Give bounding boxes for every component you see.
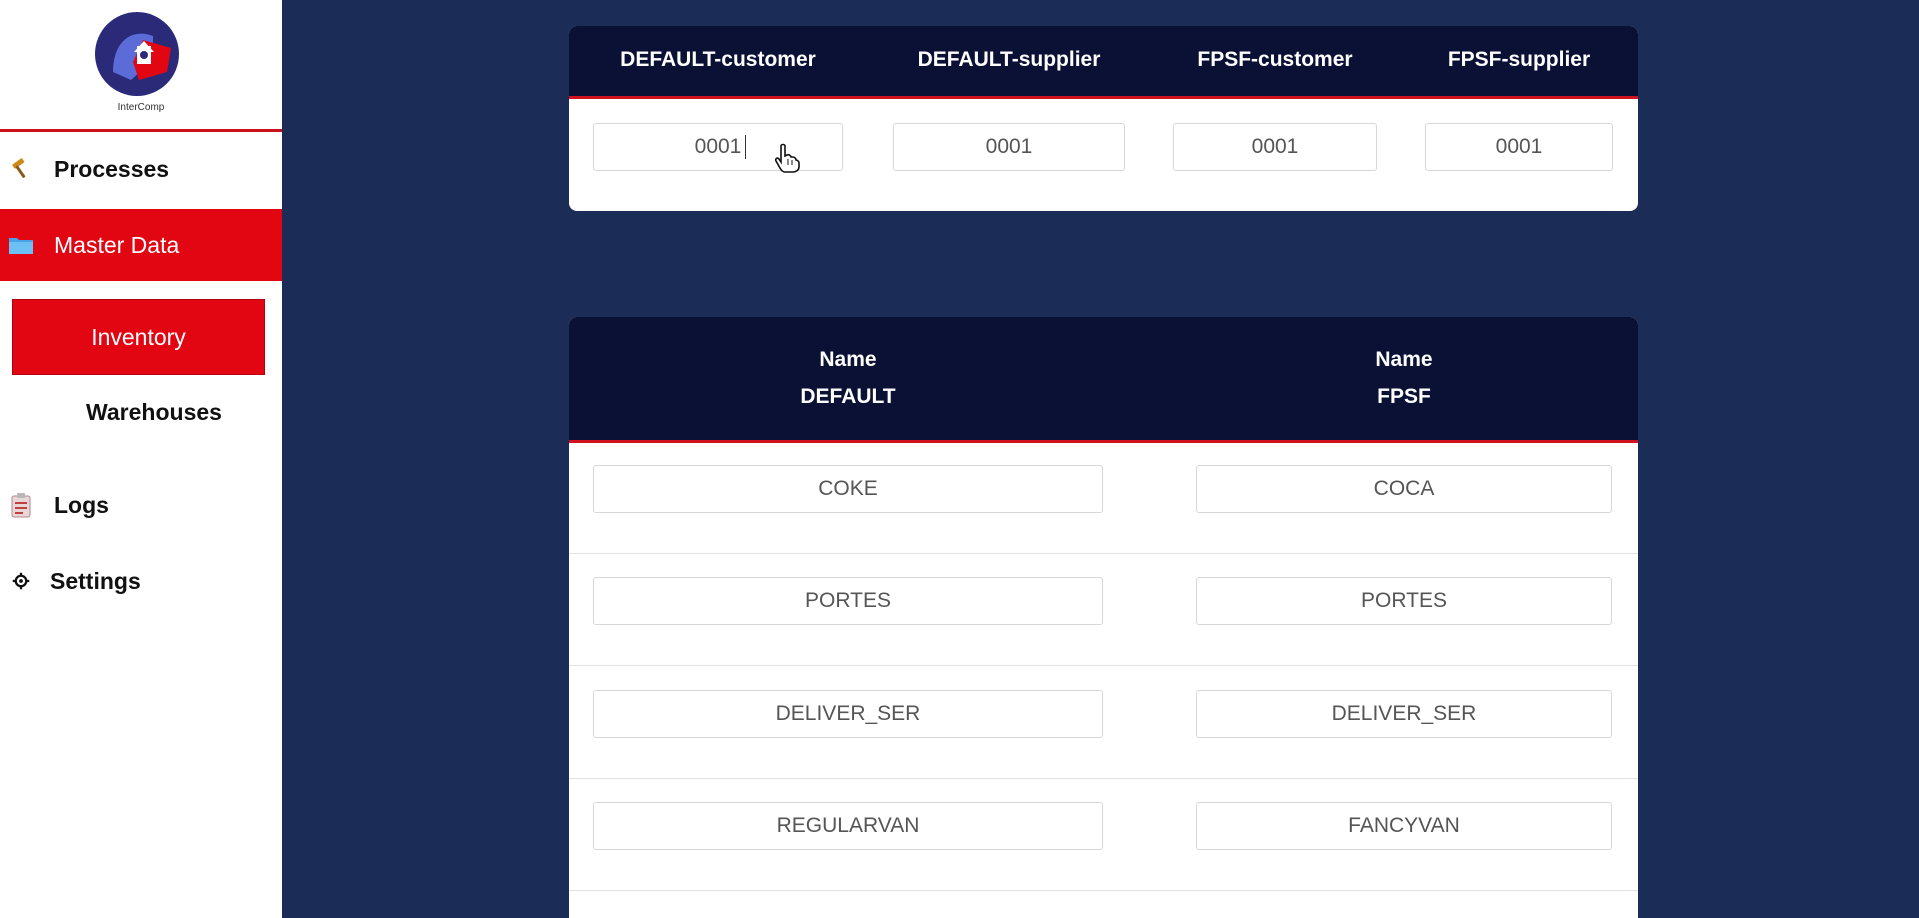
header-line2: FPSF bbox=[1377, 385, 1431, 408]
sidebar-item-warehouses[interactable]: Warehouses bbox=[12, 382, 296, 442]
header-line1: Name bbox=[1375, 348, 1433, 371]
header-default-customer: DEFAULT-customer bbox=[620, 48, 816, 71]
nav-item-label: Logs bbox=[54, 491, 109, 518]
hammer-icon bbox=[8, 156, 34, 182]
nav-item-label: Master Data bbox=[54, 231, 180, 258]
row-divider bbox=[569, 890, 1638, 891]
name-default-input[interactable]: COKE bbox=[593, 465, 1103, 513]
logo-text: InterComp bbox=[117, 102, 165, 113]
clipboard-icon bbox=[8, 492, 34, 518]
sidebar: InterComp Processes Master Data Inventor… bbox=[0, 0, 282, 918]
item-names-card: Name DEFAULT Name FPSF COKE COCA PORTES … bbox=[569, 317, 1638, 918]
nav-item-processes[interactable]: Processes bbox=[0, 132, 282, 206]
nav-item-logs[interactable]: Logs bbox=[0, 468, 282, 542]
name-default-input[interactable]: DELIVER_SER bbox=[593, 690, 1103, 738]
name-fpsf-input[interactable]: COCA bbox=[1196, 465, 1612, 513]
nav-item-label: Settings bbox=[50, 567, 141, 594]
name-default-input[interactable]: REGULARVAN bbox=[593, 802, 1103, 850]
header-name-fpsf: Name FPSF bbox=[1196, 341, 1612, 415]
header-name-default: Name DEFAULT bbox=[593, 341, 1103, 415]
row-divider bbox=[569, 665, 1638, 666]
name-fpsf-input[interactable]: PORTES bbox=[1196, 577, 1612, 625]
header-line1: Name bbox=[819, 348, 877, 371]
folder-icon bbox=[8, 232, 34, 258]
default-supplier-input[interactable]: 0001 bbox=[893, 123, 1125, 171]
hand-pointer-icon bbox=[774, 143, 800, 173]
nav-item-label: Processes bbox=[54, 155, 170, 182]
item-names-header: Name DEFAULT Name FPSF bbox=[569, 317, 1638, 443]
partner-codes-card: DEFAULT-customer DEFAULT-supplier FPSF-c… bbox=[569, 26, 1638, 211]
name-fpsf-input[interactable]: FANCYVAN bbox=[1196, 802, 1612, 850]
name-fpsf-input[interactable]: DELIVER_SER bbox=[1196, 690, 1612, 738]
intercomp-logo[interactable] bbox=[93, 10, 181, 98]
nav-item-settings[interactable]: Settings bbox=[0, 544, 282, 618]
name-default-input[interactable]: PORTES bbox=[593, 577, 1103, 625]
header-line2: DEFAULT bbox=[800, 385, 896, 408]
partner-codes-header: DEFAULT-customer DEFAULT-supplier FPSF-c… bbox=[569, 26, 1638, 99]
row-divider bbox=[569, 778, 1638, 779]
fpsf-supplier-input[interactable]: 0001 bbox=[1425, 123, 1613, 171]
header-fpsf-customer: FPSF-customer bbox=[1197, 48, 1353, 71]
text-cursor bbox=[745, 135, 746, 159]
sidebar-item-inventory[interactable]: Inventory bbox=[12, 299, 265, 375]
logo-area: InterComp bbox=[0, 0, 282, 132]
fpsf-customer-input[interactable]: 0001 bbox=[1173, 123, 1377, 171]
row-divider bbox=[569, 553, 1638, 554]
gear-icon bbox=[8, 568, 34, 594]
default-customer-input[interactable]: 0001 bbox=[593, 123, 843, 171]
header-fpsf-supplier: FPSF-supplier bbox=[1447, 48, 1591, 71]
header-default-supplier: DEFAULT-supplier bbox=[917, 48, 1101, 71]
nav-item-master-data[interactable]: Master Data bbox=[0, 209, 282, 281]
